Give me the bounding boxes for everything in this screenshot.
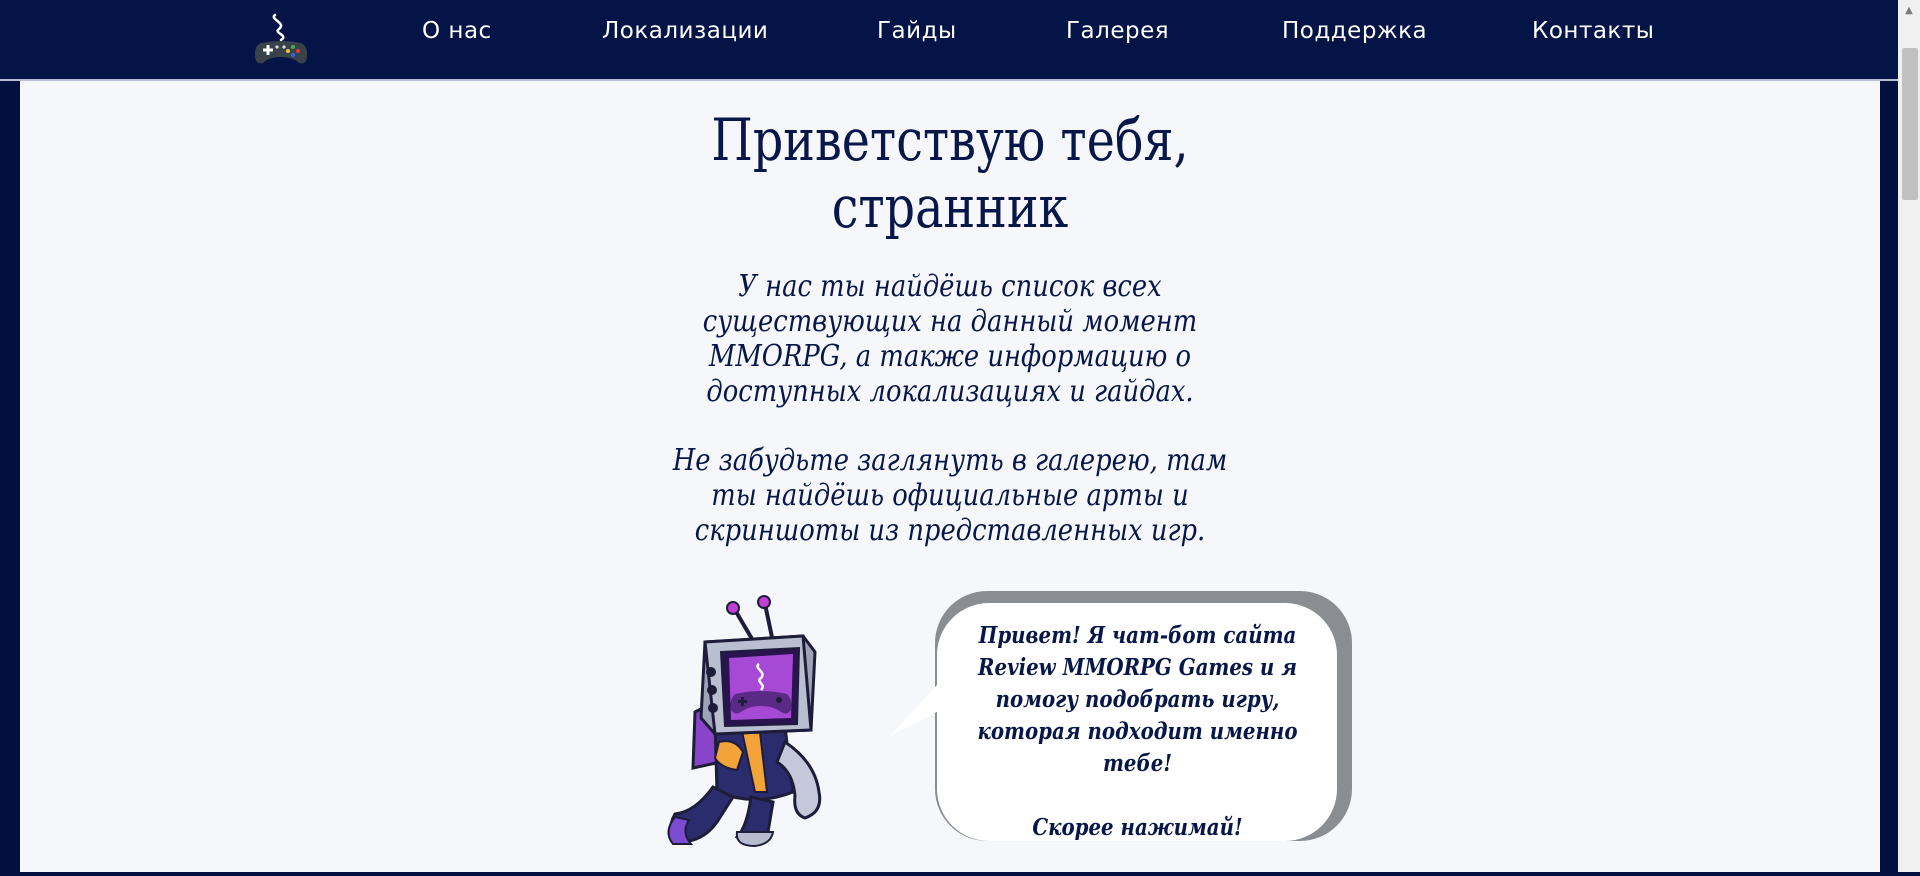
top-navigation: О нас Локализации Гайды Галерея Поддержк… [0,0,1898,81]
hero-title-line-2: странник [831,172,1069,241]
nav-item-support[interactable]: Поддержка [1282,18,1427,44]
gamepad-logo-icon[interactable] [253,13,309,67]
scroll-up-arrow-icon[interactable]: ▲ [1898,0,1920,20]
chatbot-cta-text[interactable]: Скорее нажимай! [972,812,1303,844]
hero-title: Приветствую тебя, странник [630,107,1270,240]
nav-item-about[interactable]: О нас [422,18,492,44]
nav-item-gallery[interactable]: Галерея [1066,18,1169,44]
chatbot-message[interactable]: Привет! Я чат-бот сайта Review MMORPG Ga… [972,620,1303,876]
hero-title-line-1: Приветствую тебя, [711,106,1189,174]
nav-item-contacts[interactable]: Контакты [1532,18,1654,44]
intro-paragraph-1: У нас ты найдёшь список всех существующи… [702,269,1198,409]
hero-intro: У нас ты найдёшь список всех существующи… [658,269,1243,582]
tv-robot-mascot-icon[interactable] [655,592,875,852]
chatbot-greeting-text: Привет! Я чат-бот сайта Review MMORPG Ga… [977,622,1298,777]
nav-item-localizations[interactable]: Локализации [602,18,768,44]
nav-item-guides[interactable]: Гайды [877,18,957,44]
scrollbar-thumb[interactable] [1902,48,1918,200]
intro-paragraph-2: Не забудьте заглянуть в галерею, там ты … [672,443,1228,548]
